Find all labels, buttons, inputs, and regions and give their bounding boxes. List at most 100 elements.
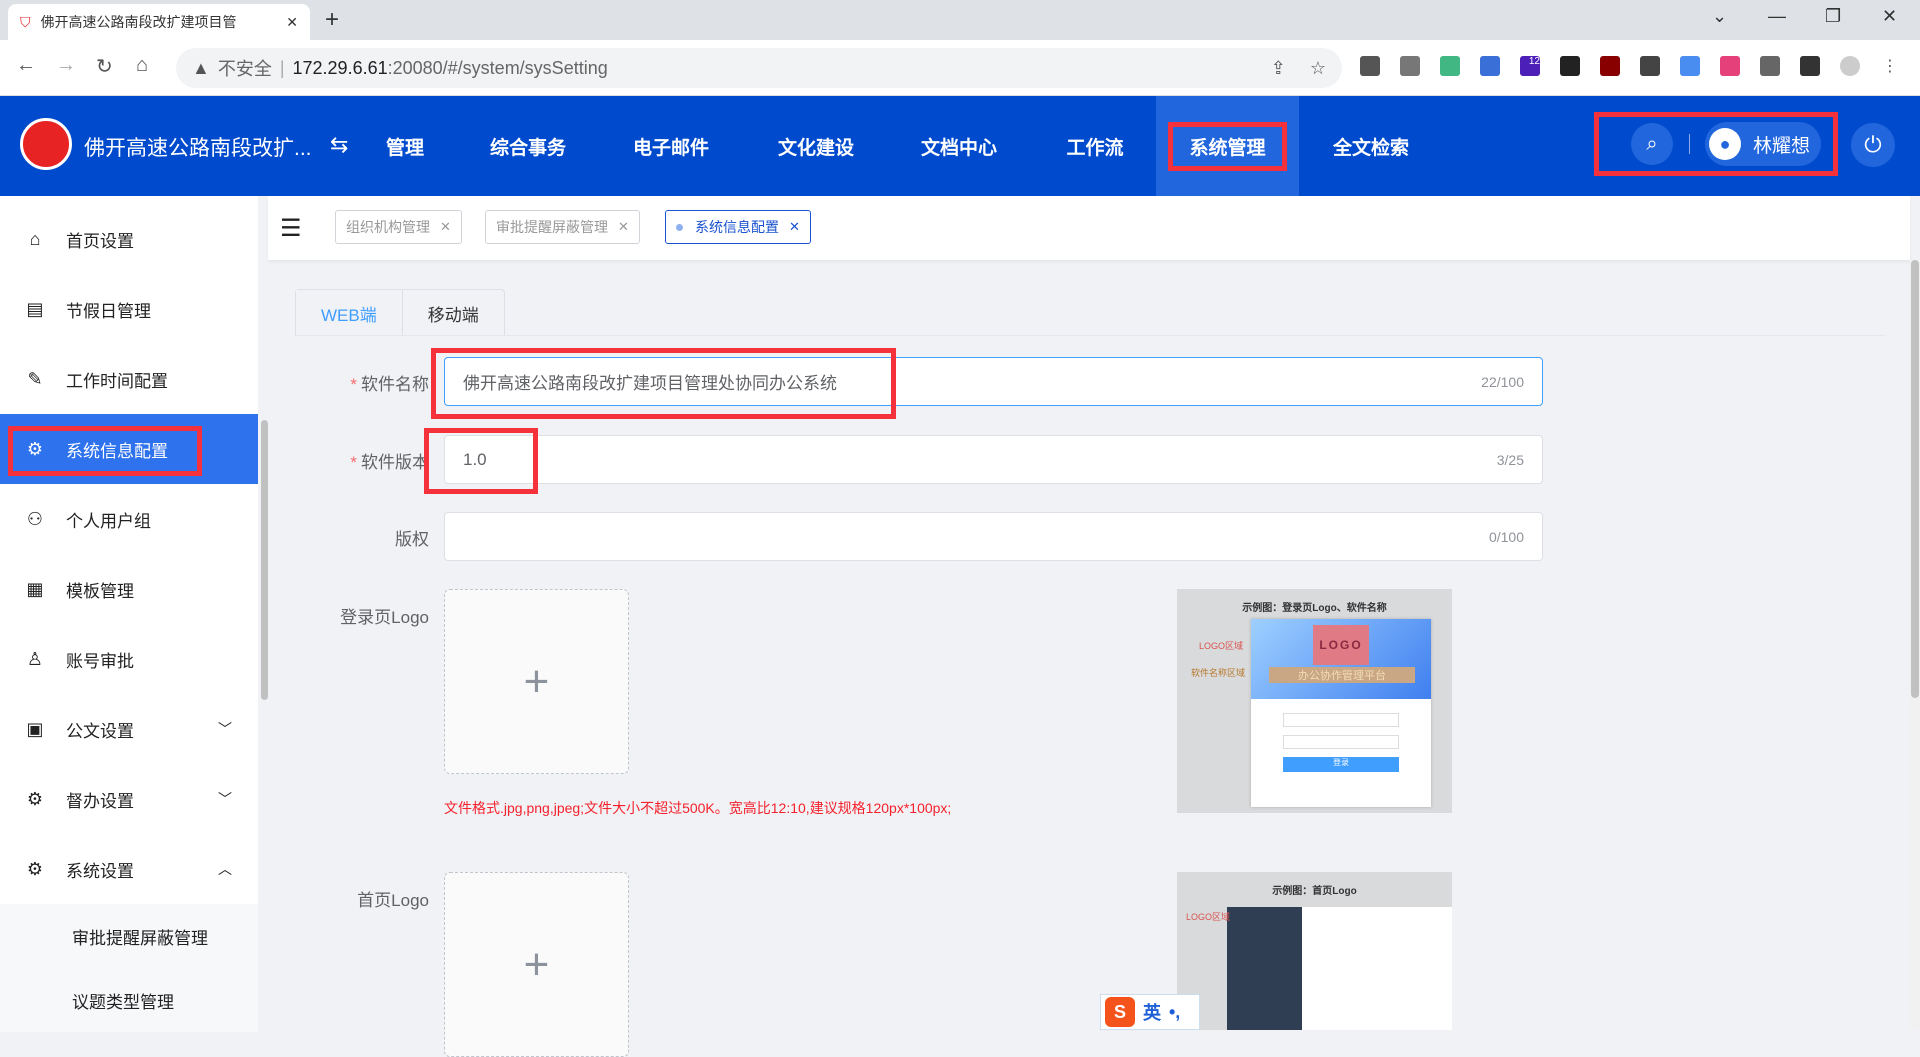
app-name: 佛开高速公路南段改扩... [84,137,312,160]
nav-label: 综合事务 [489,137,566,159]
software-version-input[interactable]: 1.0 3/25 [444,435,1543,484]
software-version-label: * 软件版本 [350,453,429,472]
new-tab-button[interactable]: + [325,6,339,34]
tag-org-management[interactable]: 组织机构管理 ✕ [335,210,462,244]
translate-icon[interactable] [1720,56,1740,76]
extension-icon[interactable] [1400,56,1420,76]
power-icon: ⏻ [1864,132,1882,157]
sidebar-item-label: 督办设置 [66,791,134,811]
scrollbar-thumb[interactable] [1911,260,1919,698]
page-scrollbar[interactable] [1910,260,1920,1030]
user-menu[interactable]: ● 林耀想 [1705,122,1821,166]
nav-label: 电子邮件 [632,137,709,159]
close-icon[interactable]: ✕ [789,219,800,235]
nav-label: 全文检索 [1332,137,1409,159]
back-icon[interactable]: ← [16,54,36,77]
tab-mobile[interactable]: 移动端 [403,290,504,336]
sidebar-item-templates[interactable]: ▦ 模板管理 [0,554,258,624]
sidebar-item-label: 系统设置 [66,861,134,881]
sidebar-item-account-approval[interactable]: ♙ 账号审批 [0,624,258,694]
nav-workflow[interactable]: 工作流 [1045,96,1145,196]
extension-icon[interactable] [1560,56,1580,76]
sidebar-item-supervision[interactable]: ⚙ 督办设置 ﹀ [0,764,258,834]
logout-button[interactable]: ⏻ [1851,123,1895,167]
nav-documents[interactable]: 文档中心 [901,96,1017,196]
sidebar-icon[interactable] [1800,56,1820,76]
bookmark-star-icon[interactable]: ☆ [1310,58,1326,79]
extension-badge-icon[interactable]: 12 [1520,56,1540,76]
user-name: 林耀想 [1753,135,1811,157]
ime-toolbar[interactable]: S 英 •, [1100,994,1200,1030]
divider [1689,134,1690,154]
puzzle-icon[interactable] [1760,56,1780,76]
share-icon[interactable]: ⇪ [1271,58,1286,79]
close-icon[interactable]: ✕ [618,219,629,235]
extension-icon[interactable] [1480,56,1500,76]
menu-icon[interactable]: ⋮ [1880,56,1900,76]
forward-icon[interactable]: → [56,54,76,77]
plus-icon: + [523,656,550,706]
nav-fulltext-search[interactable]: 全文检索 [1313,96,1429,196]
tag-approval-reminder[interactable]: 审批提醒屏蔽管理 ✕ [485,210,640,244]
nav-manage[interactable]: 管理 [370,96,440,196]
nav-label: 文档中心 [920,137,997,159]
copyright-input[interactable]: 0/100 [444,512,1543,561]
sidebar-subitem-topic-types[interactable]: 议题类型管理 [0,968,258,1032]
sidebar-item-work-time[interactable]: ✎ 工作时间配置 [0,344,258,414]
app-header: 佛开高速公路南段改扩... ⇆ 管理 综合事务 电子邮件 文化建设 文档中心 工… [0,96,1920,196]
highlight-box [8,426,202,476]
sidebar-item-home-settings[interactable]: ⌂ 首页设置 [0,204,258,274]
sidebar-subitem-approval-reminder[interactable]: 审批提醒屏蔽管理 [0,904,258,968]
browser-tab-strip: ⛉ 佛开高速公路南段改扩建项目管 ✕ + ⌄ — ❐ ✕ [0,0,1920,40]
collapse-menu-icon[interactable]: ☰ [280,214,302,243]
vue-devtools-icon[interactable] [1440,56,1460,76]
char-count: 0/100 [1488,528,1524,545]
ublock-icon[interactable] [1600,56,1620,76]
qr-icon[interactable] [1640,56,1660,76]
sidebar-item-doc-settings[interactable]: ▣ 公文设置 ﹀ [0,694,258,764]
sogou-icon: S [1105,997,1135,1027]
sidebar-item-label: 首页设置 [66,231,134,251]
copyright-label: 版权 [395,530,429,549]
home-icon[interactable]: ⌂ [136,54,148,77]
switch-icon[interactable]: ⇆ [330,132,348,158]
browser-tab[interactable]: ⛉ 佛开高速公路南段改扩建项目管 ✕ [8,4,310,40]
sidebar-item-system-settings[interactable]: ⚙ 系统设置 ︿ [0,834,258,904]
login-logo-upload[interactable]: + [444,589,629,774]
char-count: 22/100 [1481,373,1524,390]
extension-icon[interactable] [1360,56,1380,76]
insecure-label: 不安全 [217,59,272,79]
profile-icon[interactable] [1840,56,1860,76]
upload-hint: 文件格式.jpg,png,jpeg;文件大小不超过500K。宽高比12:10,建… [444,800,952,816]
minimize-icon[interactable]: — [1768,6,1786,27]
url-path: :20080/#/system/sysSetting [387,57,608,78]
search-button[interactable]: ⌕ [1631,123,1673,165]
document-icon: ▤ [26,298,44,319]
tab-web[interactable]: WEB端 [296,290,403,336]
home-logo-upload[interactable]: + [444,872,629,1057]
reload-icon[interactable]: ↻ [96,54,113,79]
nav-email[interactable]: 电子邮件 [613,96,729,196]
sidebar-item-holidays[interactable]: ▤ 节假日管理 [0,274,258,344]
nav-general-affairs[interactable]: 综合事务 [470,96,586,196]
tag-system-info[interactable]: 系统信息配置 ✕ [665,210,811,244]
tab-search-icon[interactable]: ⌄ [1712,6,1727,27]
close-tab-icon[interactable]: ✕ [286,14,298,31]
chevron-up-icon: ︿ [218,861,232,877]
address-toolbar: ← → ↻ ⌂ ▲ 不安全 | 172.29.6.61:20080/#/syst… [0,40,1920,96]
preview-caption: 示例图：首页Logo [1272,886,1357,897]
sidebar-item-system-info[interactable]: ⚙ 系统信息配置 [0,414,258,484]
highlight-box [424,428,538,494]
nav-culture[interactable]: 文化建设 [758,96,874,196]
sidebar-scrollbar[interactable] [261,420,268,700]
template-icon: ▦ [26,578,44,599]
active-dot [676,223,683,231]
address-bar[interactable]: ▲ 不安全 | 172.29.6.61:20080/#/system/sysSe… [176,48,1342,88]
sidebar-item-label: 审批提醒屏蔽管理 [72,928,208,948]
nav-system-management[interactable]: 系统管理 [1156,96,1299,196]
extension-icon[interactable] [1680,56,1700,76]
close-icon[interactable]: ✕ [440,219,451,235]
close-window-icon[interactable]: ✕ [1882,6,1897,27]
restore-icon[interactable]: ❐ [1825,6,1841,27]
sidebar-item-user-groups[interactable]: ⚇ 个人用户组 [0,484,258,554]
